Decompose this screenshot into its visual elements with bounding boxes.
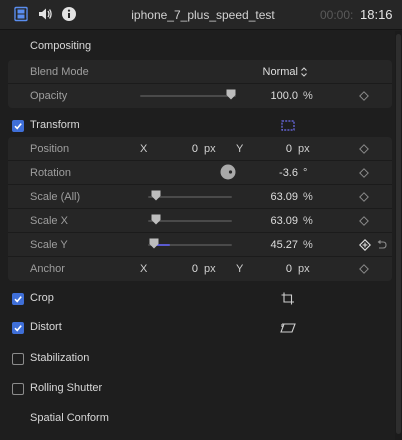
crop-onscreen-icon[interactable] [281,292,295,308]
opacity-slider-thumb[interactable] [226,89,236,100]
stabilization-label: Stabilization [30,352,90,364]
blend-mode-label: Blend Mode [30,66,89,78]
film-icon[interactable] [13,6,29,22]
position-y-unit: px [298,143,310,155]
rotation-label: Rotation [30,167,71,179]
scale-y-unit: % [303,239,313,251]
position-row: Position X 0 px Y 0 px [8,137,392,161]
rolling-shutter-label: Rolling Shutter [30,382,103,394]
rotation-unit: ° [303,167,308,179]
spatial-conform-section[interactable]: Spatial Conform [0,406,394,432]
scale-y-value[interactable]: 45.27 [258,239,298,251]
scale-x-unit: % [303,215,313,227]
scrollbar-thumb[interactable] [396,34,401,434]
opacity-label: Opacity [30,90,68,102]
scale-all-label: Scale (All) [30,191,81,203]
opacity-unit: % [303,90,313,102]
info-icon[interactable] [61,6,77,22]
keyframe-diamond-icon[interactable] [359,192,369,202]
reset-icon[interactable] [376,240,387,253]
transform-section[interactable]: Transform [0,113,394,139]
opacity-row: Opacity 100.0 % [8,84,392,108]
opacity-slider-track[interactable] [140,95,236,97]
stabilization-section[interactable]: Stabilization [0,346,394,372]
spatial-conform-label: Spatial Conform [30,412,109,424]
compositing-section[interactable]: Compositing [0,34,394,60]
position-y-value[interactable]: 0 [272,143,292,155]
anchor-y-value[interactable]: 0 [272,263,292,275]
scale-y-row: Scale Y 45.27 % [8,233,392,257]
speaker-icon[interactable] [37,6,53,22]
anchor-y-unit: px [298,263,310,275]
timecode: 18:16 [360,7,393,22]
scale-all-row: Scale (All) 63.09 % [8,185,392,209]
crop-label: Crop [30,292,54,304]
keyframe-diamond-icon[interactable] [359,168,369,178]
keyframe-diamond-icon[interactable] [359,91,369,101]
position-x-unit: px [204,143,216,155]
keyframe-diamond-icon[interactable] [359,144,369,154]
opacity-value[interactable]: 100.0 [258,90,298,102]
chevron-updown-icon[interactable] [300,66,308,81]
rolling-shutter-section[interactable]: Rolling Shutter [0,376,394,402]
anchor-y-axis: Y [236,263,244,275]
scale-all-slider-thumb[interactable] [151,190,161,201]
rotation-value[interactable]: -3.6 [258,167,298,179]
keyframe-diamond-icon[interactable] [359,264,369,274]
keyframe-diamond-icon[interactable] [359,216,369,226]
scale-x-value[interactable]: 63.09 [258,215,298,227]
anchor-x-axis: X [140,263,148,275]
transform-label: Transform [30,119,80,131]
scale-x-row: Scale X 63.09 % [8,209,392,233]
rotation-row: Rotation -3.6 ° [8,161,392,185]
scale-x-slider-thumb[interactable] [151,214,161,225]
crop-checkbox[interactable] [12,293,24,305]
anchor-x-value[interactable]: 0 [178,263,198,275]
distort-section[interactable]: Distort [0,315,394,341]
position-x-axis: X [140,143,148,155]
inspector-header: iphone_7_plus_speed_test 00:00: 18:16 [0,0,402,30]
blend-mode-row: Blend Mode Normal [8,60,392,84]
compositing-label: Compositing [30,40,92,52]
position-x-value[interactable]: 0 [178,143,198,155]
stabilization-checkbox[interactable] [12,353,24,365]
transform-onscreen-icon[interactable] [281,120,295,134]
anchor-label: Anchor [30,263,65,275]
distort-label: Distort [30,321,62,333]
position-y-axis: Y [236,143,244,155]
anchor-row: Anchor X 0 px Y 0 px [8,257,392,281]
transform-checkbox[interactable] [12,120,24,132]
distort-checkbox[interactable] [12,322,24,334]
scale-all-value[interactable]: 63.09 [258,191,298,203]
scale-y-slider-thumb[interactable] [149,238,159,249]
clip-title: iphone_7_plus_speed_test [131,8,275,22]
distort-onscreen-icon[interactable] [280,323,296,336]
rotation-dial-icon[interactable] [220,164,236,183]
anchor-x-unit: px [204,263,216,275]
crop-section[interactable]: Crop [0,286,394,312]
scale-y-label: Scale Y [30,239,68,251]
scale-x-label: Scale X [30,215,68,227]
blend-mode-select[interactable]: Normal [258,66,298,78]
rolling-shutter-checkbox[interactable] [12,383,24,395]
add-keyframe-icon[interactable] [359,239,371,251]
position-label: Position [30,143,70,155]
timecode-dim: 00:00: [320,8,354,22]
scale-all-unit: % [303,191,313,203]
